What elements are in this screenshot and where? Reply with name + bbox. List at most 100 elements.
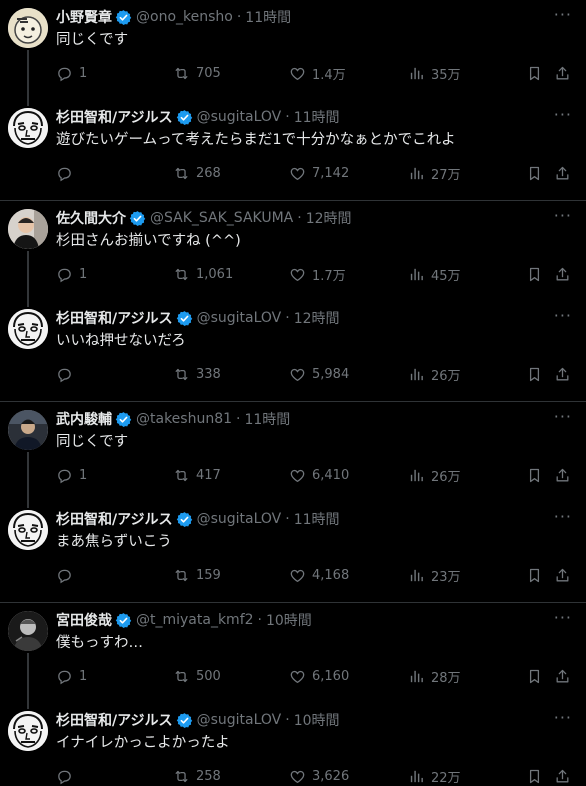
reply-button[interactable]: [56, 763, 79, 786]
timestamp[interactable]: 11時間: [294, 107, 340, 127]
timestamp[interactable]: 10時間: [266, 610, 312, 630]
display-name[interactable]: 武内駿輔: [56, 409, 112, 429]
like-button[interactable]: 6,410: [289, 462, 349, 488]
retweet-button[interactable]: 705: [173, 60, 221, 86]
bookmark-button[interactable]: [526, 562, 543, 588]
avatar[interactable]: [8, 209, 48, 249]
bookmark-button[interactable]: [526, 663, 543, 689]
avatar[interactable]: [8, 611, 48, 651]
like-icon: [289, 467, 306, 484]
more-icon[interactable]: ···: [554, 208, 572, 224]
like-button[interactable]: 1.4万: [289, 60, 346, 86]
reply-button[interactable]: [56, 361, 79, 387]
retweet-button[interactable]: 1,061: [173, 261, 233, 287]
more-icon[interactable]: ···: [554, 509, 572, 525]
more-icon[interactable]: ···: [554, 308, 572, 324]
user-handle[interactable]: @t_miyata_kmf2: [136, 612, 254, 628]
display-name[interactable]: 杉田智和/アジルス: [56, 509, 173, 529]
user-handle[interactable]: @takeshun81: [136, 411, 232, 427]
like-button[interactable]: 1.7万: [289, 261, 346, 287]
avatar[interactable]: [8, 711, 48, 751]
bookmark-button[interactable]: [526, 462, 543, 488]
avatar[interactable]: [8, 309, 48, 349]
tweet[interactable]: 杉田智和/アジルス @sugitaLOV · 11時間 ··· 遊びたいゲームって考えたら…: [0, 100, 586, 200]
user-handle[interactable]: @sugitaLOV: [197, 511, 282, 527]
reply-button[interactable]: 1: [56, 261, 87, 287]
timestamp[interactable]: 11時間: [245, 7, 291, 27]
views-button[interactable]: 22万: [408, 763, 461, 786]
more-icon[interactable]: ···: [554, 710, 572, 726]
more-icon[interactable]: ···: [554, 610, 572, 626]
like-button[interactable]: 4,168: [289, 562, 349, 588]
bookmark-button[interactable]: [526, 160, 543, 186]
like-button[interactable]: 7,142: [289, 160, 349, 186]
tweet[interactable]: 杉田智和/アジルス @sugitaLOV · 11時間 ··· まあ焦らずいこう 159 4,…: [0, 502, 586, 602]
tweet[interactable]: 宮田俊哉 @t_miyata_kmf2 · 10時間 ··· 僕もっすわ… 1 500 6,16…: [0, 603, 586, 709]
views-button[interactable]: 26万: [408, 361, 461, 387]
reply-button[interactable]: 1: [56, 462, 87, 488]
display-name[interactable]: 杉田智和/アジルス: [56, 710, 173, 730]
share-button[interactable]: [554, 160, 571, 186]
avatar[interactable]: [8, 410, 48, 450]
views-button[interactable]: 45万: [408, 261, 461, 287]
tweet[interactable]: 武内駿輔 @takeshun81 · 11時間 ··· 同じくです 1 417 6,410 26万: [0, 402, 586, 508]
avatar[interactable]: [8, 8, 48, 48]
retweet-button[interactable]: 338: [173, 361, 221, 387]
views-count: 45万: [431, 268, 461, 284]
bookmark-button[interactable]: [526, 60, 543, 86]
display-name[interactable]: 宮田俊哉: [56, 610, 112, 630]
bookmark-button[interactable]: [526, 763, 543, 786]
views-button[interactable]: 26万: [408, 462, 461, 488]
timestamp[interactable]: 11時間: [294, 509, 340, 529]
display-name[interactable]: 杉田智和/アジルス: [56, 107, 173, 127]
views-button[interactable]: 23万: [408, 562, 461, 588]
share-button[interactable]: [554, 462, 571, 488]
reply-button[interactable]: [56, 562, 79, 588]
display-name[interactable]: 杉田智和/アジルス: [56, 308, 173, 328]
retweet-button[interactable]: 159: [173, 562, 221, 588]
share-button[interactable]: [554, 60, 571, 86]
share-button[interactable]: [554, 261, 571, 287]
retweet-button[interactable]: 268: [173, 160, 221, 186]
tweet[interactable]: 佐久間大介 @SAK_SAK_SAKUMA · 12時間 ··· 杉田さんお揃いですね (…: [0, 201, 586, 307]
tweet-text: イナイレかっこよかったよ: [56, 735, 230, 751]
retweet-button[interactable]: 500: [173, 663, 221, 689]
more-icon[interactable]: ···: [554, 107, 572, 123]
reply-button[interactable]: 1: [56, 60, 87, 86]
more-icon[interactable]: ···: [554, 7, 572, 23]
like-button[interactable]: 3,626: [289, 763, 349, 786]
display-name[interactable]: 佐久間大介: [56, 208, 126, 228]
user-handle[interactable]: @SAK_SAK_SAKUMA: [150, 210, 293, 226]
like-button[interactable]: 6,160: [289, 663, 349, 689]
reply-button[interactable]: [56, 160, 79, 186]
like-button[interactable]: 5,984: [289, 361, 349, 387]
timestamp[interactable]: 11時間: [244, 409, 290, 429]
display-name[interactable]: 小野賢章: [56, 7, 112, 27]
views-button[interactable]: 28万: [408, 663, 461, 689]
avatar[interactable]: [8, 108, 48, 148]
retweet-button[interactable]: 417: [173, 462, 221, 488]
bookmark-button[interactable]: [526, 261, 543, 287]
tweet[interactable]: 杉田智和/アジルス @sugitaLOV · 10時間 ··· イナイレかっこよかったよ 2…: [0, 703, 586, 786]
user-handle[interactable]: @sugitaLOV: [197, 109, 282, 125]
user-handle[interactable]: @sugitaLOV: [197, 310, 282, 326]
user-handle[interactable]: @ono_kensho: [136, 9, 233, 25]
share-button[interactable]: [554, 562, 571, 588]
timestamp[interactable]: 12時間: [294, 308, 340, 328]
timestamp[interactable]: 12時間: [306, 208, 352, 228]
bookmark-icon: [526, 567, 543, 584]
tweet[interactable]: 杉田智和/アジルス @sugitaLOV · 12時間 ··· いいね押せないだろ 338 5…: [0, 301, 586, 401]
share-button[interactable]: [554, 663, 571, 689]
share-button[interactable]: [554, 361, 571, 387]
user-handle[interactable]: @sugitaLOV: [197, 712, 282, 728]
retweet-button[interactable]: 258: [173, 763, 221, 786]
more-icon[interactable]: ···: [554, 409, 572, 425]
views-button[interactable]: 35万: [408, 60, 461, 86]
share-button[interactable]: [554, 763, 571, 786]
reply-button[interactable]: 1: [56, 663, 87, 689]
bookmark-button[interactable]: [526, 361, 543, 387]
timestamp[interactable]: 10時間: [294, 710, 340, 730]
tweet[interactable]: 小野賢章 @ono_kensho · 11時間 ··· 同じくです 1 705 1.4万 35万: [0, 0, 586, 106]
avatar[interactable]: [8, 510, 48, 550]
views-button[interactable]: 27万: [408, 160, 461, 186]
